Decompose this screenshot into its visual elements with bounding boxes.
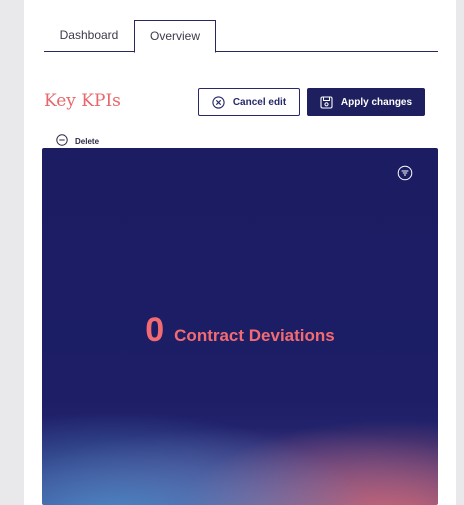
apply-changes-label: Apply changes xyxy=(340,96,413,108)
close-circle-icon xyxy=(212,95,225,109)
kpi-label: Contract Deviations xyxy=(174,326,335,345)
minus-circle-icon xyxy=(56,134,68,148)
save-icon xyxy=(320,95,333,109)
cancel-edit-label: Cancel edit xyxy=(232,96,287,108)
section-title: Key KPIs xyxy=(44,91,121,111)
filter-icon[interactable] xyxy=(397,165,413,181)
tab-bar: Dashboard Overview xyxy=(44,20,438,53)
apply-changes-button[interactable]: Apply changes xyxy=(307,88,425,116)
tab-overview[interactable]: Overview xyxy=(134,20,216,53)
kpi-metric: 0 Contract Deviations xyxy=(42,311,438,350)
kpi-card: 0 Contract Deviations xyxy=(42,148,438,505)
cancel-edit-button[interactable]: Cancel edit xyxy=(198,88,300,116)
delete-label: Delete xyxy=(75,136,100,146)
dashboard-panel: Dashboard Overview Key KPIs Cancel edit … xyxy=(24,0,456,505)
kpi-value: 0 xyxy=(145,311,165,349)
tab-dashboard[interactable]: Dashboard xyxy=(44,20,134,50)
delete-widget-button[interactable]: Delete xyxy=(56,134,99,148)
